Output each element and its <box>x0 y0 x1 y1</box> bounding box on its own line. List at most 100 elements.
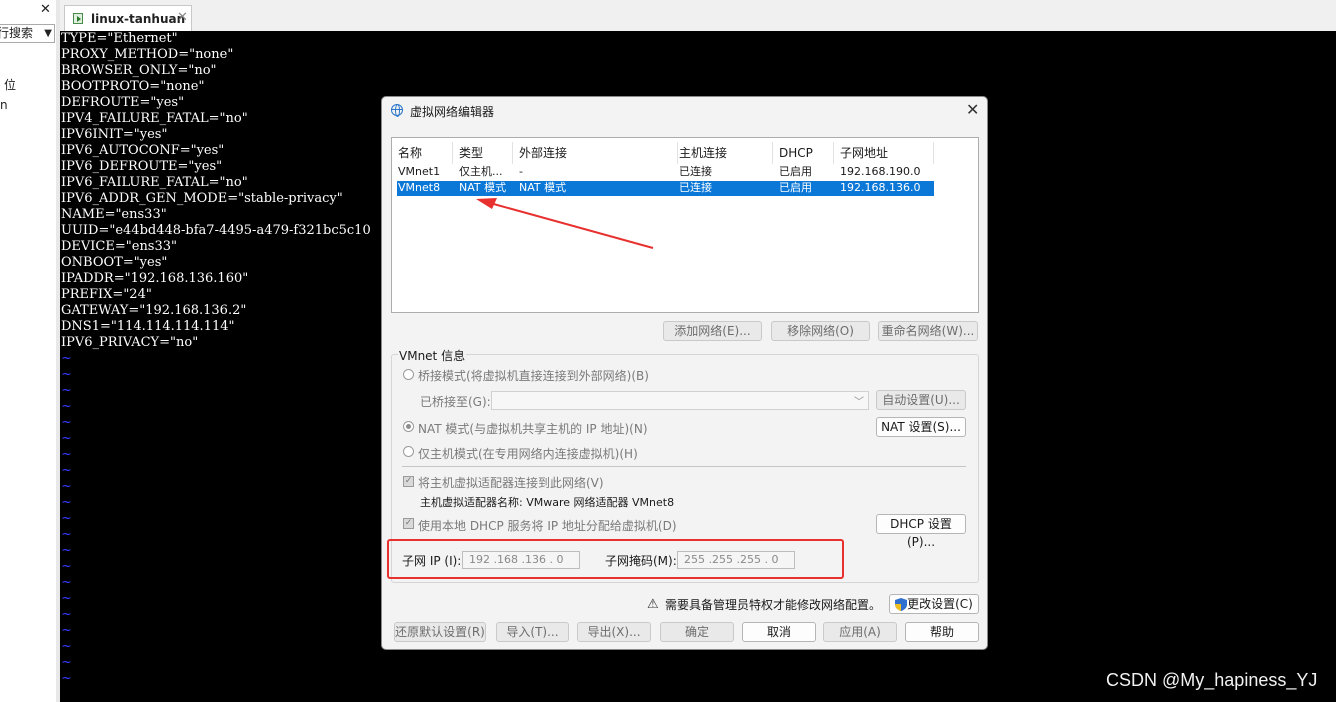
terminal-line: GATEWAY="192.168.136.2" <box>61 303 247 318</box>
tab-vm[interactable]: linux-tanhuan ✕ <box>64 5 192 32</box>
auto-settings-button[interactable]: 自动设置(U)... <box>876 390 966 410</box>
chevron-down-icon: ﹀ <box>854 397 864 408</box>
tilde-marker: ~ <box>61 495 72 510</box>
change-settings-label: 更改设置(C) <box>907 597 973 611</box>
add-network-button[interactable]: 添加网络(E)... <box>663 321 762 341</box>
cell-name: VMnet8 <box>398 181 441 194</box>
tilde-marker: ~ <box>61 639 72 654</box>
remove-network-button[interactable]: 移除网络(O) <box>771 321 870 341</box>
terminal-line: IPV6_DEFROUTE="yes" <box>61 159 223 174</box>
admin-warning-text: 需要具备管理员特权才能修改网络配置。 <box>665 598 882 612</box>
column-header-type[interactable]: 类型 <box>453 142 513 164</box>
tab-close-icon[interactable]: ✕ <box>177 10 188 25</box>
cell-dhcp: 已启用 <box>779 165 812 178</box>
column-header-host[interactable]: 主机连接 <box>673 142 773 164</box>
cell-name: VMnet1 <box>398 165 441 178</box>
cancel-button[interactable]: 取消 <box>742 622 816 642</box>
library-pane: ✕ 行搜索 ▼ 位 n <box>0 0 57 702</box>
terminal-line: TYPE="Ethernet" <box>61 31 178 46</box>
terminal-line: DEVICE="ens33" <box>61 239 178 254</box>
tab-bar: linux-tanhuan ✕ <box>60 0 1336 33</box>
terminal-line: BOOTPROTO="none" <box>61 79 205 94</box>
terminal-line: ONBOOT="yes" <box>61 255 168 270</box>
help-button[interactable]: 帮助 <box>905 622 979 642</box>
tilde-marker: ~ <box>61 399 72 414</box>
close-icon[interactable]: ✕ <box>966 100 979 119</box>
tilde-marker: ~ <box>61 623 72 638</box>
column-header-external[interactable]: 外部连接 <box>513 142 678 164</box>
library-item[interactable]: 位 <box>4 76 16 93</box>
bridged-mode-radio[interactable] <box>403 369 414 380</box>
restore-defaults-button[interactable]: 还原默认设置(R) <box>394 622 486 642</box>
cell-external: - <box>519 165 523 178</box>
network-list[interactable]: 名称 类型 外部连接 主机连接 DHCP 子网地址 VMnet1 仅主机... … <box>391 137 979 313</box>
adapter-name-text: 主机虚拟适配器名称: VMware 网络适配器 VMnet8 <box>420 496 675 509</box>
use-dhcp-checkbox[interactable]: ✓ <box>403 518 414 529</box>
watermark: CSDN @My_hapiness_YJ <box>1106 670 1318 690</box>
bridged-to-select[interactable]: ﹀ <box>491 391 869 410</box>
terminal-line: NAME="ens33" <box>61 207 167 222</box>
tilde-marker: ~ <box>61 671 72 686</box>
library-item[interactable]: n <box>0 98 8 112</box>
connect-adapter-label: 将主机虚拟适配器连接到此网络(V) <box>418 476 604 490</box>
tilde-marker: ~ <box>61 575 72 590</box>
use-dhcp-label: 使用本地 DHCP 服务将 IP 地址分配给虚拟机(D) <box>418 519 677 533</box>
terminal-line: IPV4_FAILURE_FATAL="no" <box>61 111 248 126</box>
terminal-line: BROWSER_ONLY="no" <box>61 63 217 78</box>
tilde-marker: ~ <box>61 543 72 558</box>
terminal-line: DEFROUTE="yes" <box>61 95 185 110</box>
terminal-line: IPV6_ADDR_GEN_MODE="stable-privacy" <box>61 191 343 206</box>
cell-host: 已连接 <box>679 181 712 194</box>
tilde-marker: ~ <box>61 479 72 494</box>
tilde-marker: ~ <box>61 607 72 622</box>
vm-running-icon <box>73 13 83 24</box>
warning-icon: ⚠ <box>647 597 659 612</box>
tilde-marker: ~ <box>61 447 72 462</box>
library-search-dropdown[interactable]: 行搜索 ▼ <box>0 24 55 43</box>
cell-external: NAT 模式 <box>519 181 567 194</box>
tilde-marker: ~ <box>61 367 72 382</box>
vmnet-info-label: VMnet 信息 <box>398 347 467 364</box>
uac-shield-icon <box>895 598 907 611</box>
cell-host: 已连接 <box>679 165 712 178</box>
cell-type: NAT 模式 <box>459 181 507 194</box>
globe-icon <box>391 104 403 117</box>
highlight-annotation-box <box>387 539 844 579</box>
terminal-line: UUID="e44bd448-bfa7-4495-a479-f321bc5c10 <box>61 223 371 238</box>
ok-button[interactable]: 确定 <box>660 622 734 642</box>
bridged-to-label: 已桥接至(G): <box>420 395 491 409</box>
dhcp-settings-button[interactable]: DHCP 设置(P)... <box>876 514 966 549</box>
tilde-marker: ~ <box>61 511 72 526</box>
library-close-icon[interactable]: ✕ <box>40 2 51 17</box>
apply-button[interactable]: 应用(A) <box>823 622 897 642</box>
tilde-marker: ~ <box>61 655 72 670</box>
tilde-marker: ~ <box>61 415 72 430</box>
tilde-marker: ~ <box>61 527 72 542</box>
tilde-marker: ~ <box>61 383 72 398</box>
connect-adapter-checkbox[interactable]: ✓ <box>403 476 414 487</box>
terminal-line: IPV6_AUTOCONF="yes" <box>61 143 225 158</box>
column-header-name[interactable]: 名称 <box>392 142 453 164</box>
column-header-dhcp[interactable]: DHCP <box>773 142 834 164</box>
host-only-mode-radio[interactable] <box>403 446 414 457</box>
nat-settings-button[interactable]: NAT 设置(S)... <box>876 417 966 437</box>
terminal-line: DNS1="114.114.114.114" <box>61 319 235 334</box>
bridged-mode-label: 桥接模式(将虚拟机直接连接到外部网络)(B) <box>418 369 649 383</box>
cell-subnet: 192.168.190.0 <box>840 165 921 178</box>
cell-subnet: 192.168.136.0 <box>840 181 921 194</box>
change-settings-button[interactable]: 更改设置(C) <box>889 594 979 614</box>
chevron-down-icon[interactable]: ▼ <box>44 25 52 42</box>
cell-dhcp: 已启用 <box>779 181 812 194</box>
terminal-line: IPV6INIT="yes" <box>61 127 168 142</box>
tilde-marker: ~ <box>61 463 72 478</box>
terminal-line: PREFIX="24" <box>61 287 152 302</box>
rename-network-button[interactable]: 重命名网络(W)... <box>878 321 978 341</box>
terminal-line: IPADDR="192.168.136.160" <box>61 271 249 286</box>
nat-mode-label: NAT 模式(与虚拟机共享主机的 IP 地址)(N) <box>418 422 648 436</box>
import-button[interactable]: 导入(T)... <box>496 622 569 642</box>
host-only-mode-label: 仅主机模式(在专用网络内连接虚拟机)(H) <box>418 447 638 461</box>
nat-mode-radio[interactable] <box>403 421 414 432</box>
column-header-subnet[interactable]: 子网地址 <box>834 142 934 164</box>
tab-label: linux-tanhuan <box>91 12 186 26</box>
export-button[interactable]: 导出(X)... <box>577 622 651 642</box>
